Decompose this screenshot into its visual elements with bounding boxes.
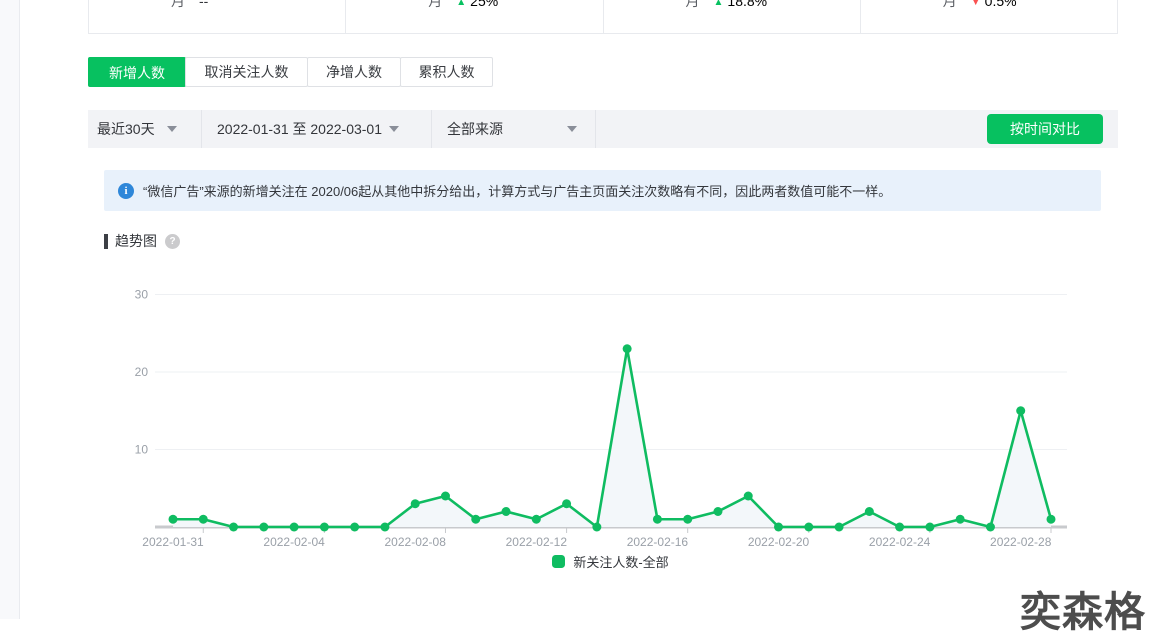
tab-net-increase[interactable]: 净增人数: [307, 57, 401, 87]
data-point[interactable]: [380, 522, 390, 532]
stat-column: 月 --: [89, 0, 347, 33]
x-axis-label: 2022-02-08: [385, 535, 447, 549]
stat-value: --: [199, 0, 209, 9]
chart-legend: 新关注人数-全部: [104, 552, 1117, 573]
data-point[interactable]: [955, 514, 965, 524]
data-point[interactable]: [168, 514, 178, 524]
data-point[interactable]: [804, 522, 814, 532]
stat-line: 月 ▼ 0.5%: [943, 0, 1017, 13]
y-axis-label: 10: [135, 443, 149, 457]
data-point[interactable]: [864, 507, 874, 516]
data-point[interactable]: [501, 507, 511, 516]
dropdown-caret-icon: [389, 126, 400, 132]
data-point[interactable]: [985, 522, 995, 532]
stat-period-label: 月: [942, 0, 957, 9]
tabs-bar: 新增人数 取消关注人数 净增人数 累积人数: [88, 57, 493, 87]
filter-bar: 最近30天 2022-01-31 至 2022-03-01 全部来源 按时间对比: [88, 110, 1118, 148]
compare-by-time-button[interactable]: 按时间对比: [987, 114, 1103, 144]
stat-value: 18.8%: [727, 0, 768, 9]
tab-unfollows[interactable]: 取消关注人数: [185, 57, 308, 87]
stat-value: 0.5%: [984, 0, 1017, 9]
data-point[interactable]: [1046, 514, 1056, 524]
section-title: 趋势图: [115, 233, 157, 249]
data-point[interactable]: [289, 522, 299, 532]
data-point[interactable]: [683, 514, 693, 524]
dropdown-caret-icon: [567, 126, 577, 132]
watermark-logo: 奕森格: [1020, 589, 1146, 635]
data-point[interactable]: [774, 522, 784, 532]
source-value: 全部来源: [447, 121, 503, 137]
data-point[interactable]: [350, 522, 360, 532]
time-range-value: 最近30天: [97, 121, 155, 137]
data-point[interactable]: [319, 522, 329, 532]
stat-line: 月 --: [171, 0, 208, 11]
date-range-value: 2022-01-31 至 2022-03-01: [217, 121, 383, 137]
data-point[interactable]: [440, 491, 450, 501]
x-axis-label: 2022-02-24: [869, 535, 931, 549]
stat-column: 月 ▼ 0.5%: [861, 0, 1117, 33]
data-point[interactable]: [834, 522, 844, 532]
x-axis-label: 2022-01-31: [142, 535, 204, 549]
data-point[interactable]: [1016, 406, 1026, 416]
dropdown-caret-icon: [166, 126, 177, 132]
data-point[interactable]: [592, 522, 602, 532]
data-point[interactable]: [652, 514, 662, 524]
x-axis-label: 2022-02-04: [263, 535, 325, 549]
notice-banner: i “微信广告”来源的新增关注在 2020/06起从其他中拆分给出，计算方式与广…: [104, 170, 1101, 211]
trend-up-icon: ▲: [456, 0, 467, 8]
trend-up-icon: ▲: [713, 0, 724, 8]
section-header: 趋势图 ?: [104, 231, 180, 251]
stats-row: 月 -- 月 ▲ 25% 月 ▲ 18.8% 月 ▼ 0.5%: [88, 0, 1118, 34]
stat-line: 月 ▲ 25%: [428, 0, 498, 13]
tab-new-followers[interactable]: 新增人数: [88, 57, 186, 87]
help-icon[interactable]: ?: [165, 233, 180, 249]
left-sidebar-strip: [0, 0, 20, 619]
data-point[interactable]: [410, 499, 420, 509]
stat-value: 25%: [470, 0, 499, 9]
stat-column: 月 ▲ 25%: [346, 0, 604, 33]
legend-item: 新关注人数-全部: [552, 552, 669, 571]
stat-period-label: 月: [685, 0, 700, 9]
y-axis-label: 30: [135, 288, 149, 302]
data-point[interactable]: [531, 514, 541, 524]
notice-text: “微信广告”来源的新增关注在 2020/06起从其他中拆分给出，计算方式与广告主…: [143, 184, 892, 199]
trend-down-icon: ▼: [970, 0, 981, 8]
info-icon: i: [118, 182, 134, 199]
y-axis-label: 20: [135, 365, 149, 379]
stat-line: 月 ▲ 18.8%: [686, 0, 768, 13]
data-point[interactable]: [229, 522, 239, 532]
tab-cumulative[interactable]: 累积人数: [400, 57, 493, 87]
x-axis-label: 2022-02-12: [506, 535, 568, 549]
data-point[interactable]: [198, 514, 208, 524]
x-axis-label: 2022-02-20: [748, 535, 810, 549]
data-point[interactable]: [471, 514, 481, 524]
data-point[interactable]: [925, 522, 935, 532]
stat-column: 月 ▲ 18.8%: [604, 0, 861, 33]
stat-period-label: 月: [428, 0, 443, 9]
x-axis-label: 2022-02-16: [627, 535, 689, 549]
trend-chart[interactable]: 10 20 30 2022-01-31 2022-02-04 2022-02-08 2022…: [104, 266, 1117, 554]
legend-label: 新关注人数-全部: [573, 555, 669, 570]
source-dropdown[interactable]: 全部来源: [432, 110, 596, 148]
data-point[interactable]: [743, 491, 753, 501]
data-point[interactable]: [622, 344, 632, 354]
data-point[interactable]: [713, 507, 723, 516]
data-point[interactable]: [259, 522, 269, 532]
legend-marker-icon: [552, 555, 566, 568]
stat-period-label: 月: [171, 0, 185, 9]
data-point[interactable]: [562, 499, 572, 509]
data-point[interactable]: [895, 522, 905, 532]
date-range-dropdown[interactable]: 2022-01-31 至 2022-03-01: [202, 110, 432, 148]
x-axis-label: 2022-02-28: [990, 535, 1052, 549]
time-range-dropdown[interactable]: 最近30天: [88, 110, 202, 148]
title-bar-decoration: [104, 233, 108, 249]
